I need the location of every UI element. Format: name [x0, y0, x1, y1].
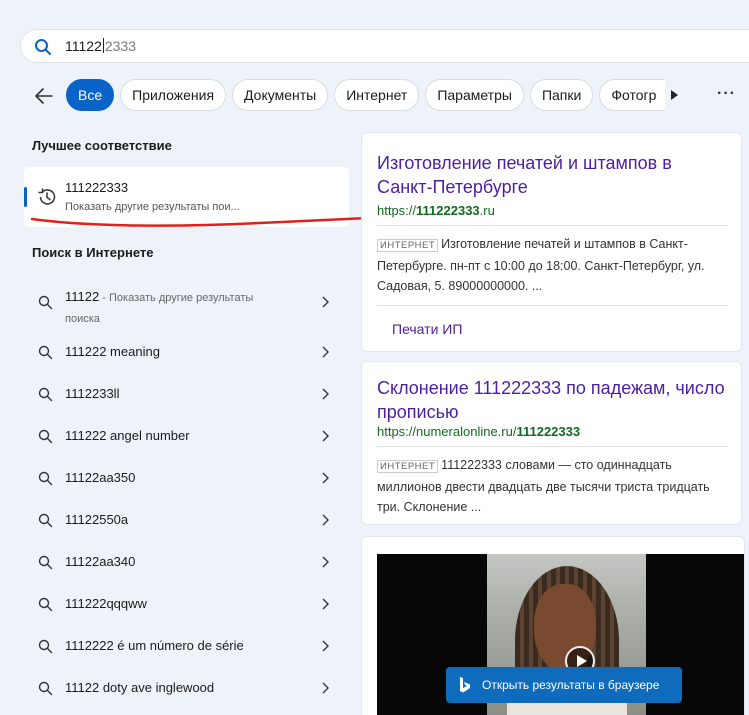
tab-settings[interactable]: Параметры	[425, 79, 524, 111]
bing-icon	[460, 677, 470, 693]
deep-link[interactable]: Печати ИП	[392, 321, 462, 337]
search-icon	[38, 597, 53, 612]
suggestion-text: 1112222 é um número de série	[65, 638, 244, 653]
chevron-right-icon	[322, 346, 329, 358]
open-in-browser-button[interactable]: Открыть результаты в браузере	[446, 667, 682, 703]
web-suggestion-row[interactable]: 11122 - Показать другие результаты поиска	[24, 282, 349, 325]
web-suggestion-row[interactable]: 111222 meaning	[24, 332, 349, 372]
suggestion-text: 111222qqqww	[65, 596, 147, 611]
tab-internet[interactable]: Интернет	[334, 79, 420, 111]
chevron-right-icon	[322, 598, 329, 610]
divider	[377, 446, 728, 447]
search-icon	[38, 471, 53, 486]
url-bold: 111222333	[416, 203, 480, 218]
result-title-link[interactable]: Склонение 111222333 по падежам, число пр…	[377, 376, 727, 424]
search-icon	[38, 639, 53, 654]
search-box[interactable]: 11122 2333	[20, 29, 749, 63]
more-options-icon[interactable]: ···	[717, 85, 736, 103]
url-prefix: https://	[377, 203, 417, 218]
web-suggestion-row[interactable]: 111222 angel number	[24, 416, 349, 456]
best-match-title: 111222333	[65, 180, 129, 195]
search-typed-text: 11122	[65, 38, 102, 54]
filter-tabs: Все Приложения Документы Интернет Параме…	[66, 79, 666, 111]
suggestion-text: 11122aa350	[65, 470, 136, 485]
suggestion-text: 11122 - Показать другие результаты поиска	[65, 287, 305, 329]
web-suggestion-row[interactable]: 11122550a	[24, 500, 349, 540]
result-url[interactable]: https://numeralonline.ru/111222333	[377, 424, 580, 439]
result-snippet: ИНТЕРНЕТ 111222333 словами — сто одиннадц…	[377, 455, 729, 517]
search-icon	[38, 555, 53, 570]
scroll-tabs-right-icon[interactable]	[663, 84, 685, 106]
tab-photos[interactable]: Фотогр	[599, 79, 666, 111]
url-suffix: .ru	[479, 203, 495, 218]
web-suggestion-row[interactable]: 1112233ll	[24, 374, 349, 414]
internet-tag: ИНТЕРНЕТ	[377, 239, 439, 252]
suggestion-subtext: - Показать другие результаты	[99, 292, 254, 304]
search-icon	[38, 295, 53, 310]
chevron-right-icon	[322, 640, 329, 652]
tab-apps[interactable]: Приложения	[120, 79, 227, 111]
chevron-right-icon	[322, 430, 329, 442]
chevron-right-icon	[322, 296, 329, 308]
search-icon	[38, 429, 53, 444]
search-icon	[38, 387, 53, 402]
suggestion-text: 11122550a	[65, 512, 129, 527]
suggestion-text: 111222 angel number	[65, 428, 190, 443]
chevron-right-icon	[322, 556, 329, 568]
result-title-link[interactable]: Изготовление печатей и штампов в Санкт-П…	[377, 151, 727, 199]
search-icon	[38, 681, 53, 696]
chevron-right-icon	[322, 682, 329, 694]
search-icon	[35, 39, 51, 55]
tab-documents[interactable]: Документы	[232, 79, 329, 111]
web-suggestion-row[interactable]: 11122aa350	[24, 458, 349, 498]
url-bold: 111222333	[516, 424, 581, 439]
divider	[377, 305, 728, 306]
best-match-heading: Лучшее соответствие	[32, 138, 172, 153]
search-autocomplete-text: 2333	[104, 38, 137, 54]
tab-folders[interactable]: Папки	[529, 79, 594, 111]
search-icon	[38, 513, 53, 528]
suggestion-text: 11122aa340	[65, 554, 136, 569]
web-search-heading: Поиск в Интернете	[32, 245, 154, 260]
web-result-card[interactable]: Изготовление печатей и штампов в Санкт-П…	[361, 132, 742, 352]
url-prefix: https://numeralonline.ru/	[377, 424, 517, 439]
web-result-card[interactable]: Склонение 111222333 по падежам, число пр…	[361, 361, 742, 525]
suggestion-text: 11122 doty ave inglewood	[65, 680, 215, 695]
open-in-browser-label: Открыть результаты в браузере	[482, 678, 660, 692]
text-caret	[102, 38, 104, 53]
chevron-right-icon	[322, 472, 329, 484]
search-icon	[38, 345, 53, 360]
internet-tag: ИНТЕРНЕТ	[377, 460, 439, 473]
chevron-right-icon	[322, 388, 329, 400]
selection-indicator	[24, 187, 27, 207]
red-underline-annotation	[30, 215, 392, 227]
search-input[interactable]: 11122 2333	[65, 38, 136, 54]
suggestion-text: 111222 meaning	[65, 344, 160, 359]
chevron-right-icon	[322, 514, 329, 526]
tab-all[interactable]: Все	[66, 79, 115, 111]
result-url[interactable]: https://111222333.ru	[377, 203, 495, 218]
suggestion-text: 1112233ll	[65, 386, 120, 401]
web-suggestion-row[interactable]: 111222qqqww	[24, 584, 349, 624]
divider	[377, 225, 728, 226]
suggestion-subtext-2: поиска	[65, 313, 100, 325]
suggestion-query: 11122	[65, 289, 100, 304]
result-snippet: ИНТЕРНЕТ Изготовление печатей и штампов в…	[377, 234, 729, 296]
web-suggestion-row[interactable]: 11122 doty ave inglewood	[24, 668, 349, 708]
back-arrow-icon[interactable]	[32, 84, 56, 108]
web-suggestion-row[interactable]: 1112222 é um número de série	[24, 626, 349, 666]
web-suggestion-row[interactable]: 11122aa340	[24, 542, 349, 582]
